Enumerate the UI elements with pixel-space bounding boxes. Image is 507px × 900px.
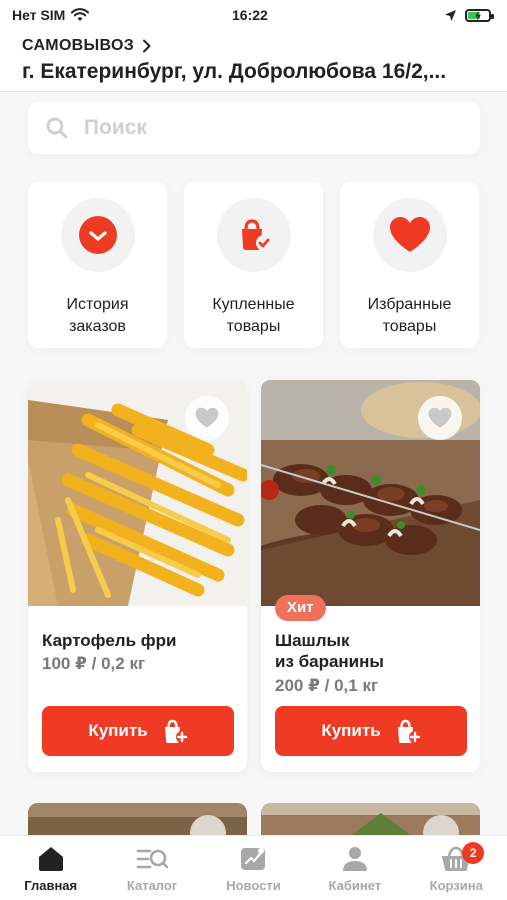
tab-profile[interactable]: Кабинет [305, 846, 405, 893]
news-icon [241, 848, 266, 870]
product-price: 100 ₽ / 0,2 кг [42, 654, 146, 673]
tile-purchased-items[interactable]: Купленные товары [184, 182, 323, 348]
purchased-icon [216, 198, 291, 272]
tile-label-line2: заказов [69, 318, 126, 335]
delivery-mode-label[interactable]: САМОВЫВОЗ [22, 37, 134, 55]
pickup-address[interactable]: г. Екатеринбург, ул. Добролюбова 16/2,..… [22, 58, 487, 86]
tab-catalog[interactable]: Каталог [102, 846, 202, 893]
tab-label: Новости [226, 878, 281, 893]
favorite-button[interactable] [185, 396, 229, 440]
buy-button-label: Купить [88, 721, 148, 740]
tile-label-line1: История [66, 296, 129, 313]
cart-count-badge: 2 [462, 842, 485, 864]
buy-button[interactable]: Купить [42, 706, 234, 756]
bottom-tab-bar: Главная Каталог Новости Кабинет Корзина … [0, 835, 507, 900]
status-bar: Нет SIM 16:22 [0, 0, 507, 30]
tab-news[interactable]: Новости [203, 846, 303, 893]
search-icon [46, 117, 68, 139]
product-title: Шашлык из баранины [275, 631, 384, 671]
carrier-label: Нет SIM [12, 7, 66, 23]
battery-icon [465, 8, 494, 22]
buy-button[interactable]: Купить [275, 706, 467, 756]
tile-label-line2: товары [226, 318, 281, 335]
add-to-cart-icon [164, 719, 188, 743]
tile-label-line2: товары [382, 318, 437, 335]
product-card[interactable]: Хит Шашлык из баранины 200 ₽ / 0,1 кг Ку… [261, 380, 480, 772]
add-to-cart-icon [397, 719, 421, 743]
catalog-icon [136, 849, 169, 869]
tile-favorite-items[interactable]: Избранные товары [340, 182, 479, 348]
tab-cart[interactable]: Корзина 2 [406, 842, 506, 893]
heart-outline-icon [195, 407, 219, 428]
buy-button-label: Купить [321, 721, 381, 740]
tab-label: Каталог [126, 878, 178, 893]
status-time: 16:22 [232, 7, 268, 23]
tab-label: Корзина [429, 878, 483, 893]
product-price: 200 ₽ / 0,1 кг [275, 676, 379, 695]
search-bar[interactable] [28, 102, 480, 154]
favorite-button[interactable] [418, 396, 462, 440]
tile-label-line1: Купленные [212, 296, 295, 313]
search-input[interactable] [83, 116, 462, 140]
product-card[interactable]: Картофель фри 100 ₽ / 0,2 кг Купить [28, 380, 247, 772]
tab-home[interactable]: Главная [1, 846, 101, 893]
order-history-icon [60, 198, 135, 272]
tile-order-history[interactable]: История заказов [28, 182, 167, 348]
location-arrow-icon [445, 9, 456, 21]
product-title: Картофель фри [42, 631, 177, 650]
heart-outline-icon [428, 407, 452, 428]
tab-label: Главная [24, 878, 78, 893]
tile-label-line1: Избранные [367, 296, 452, 313]
chevron-right-icon[interactable] [142, 39, 152, 53]
heart-icon [372, 198, 447, 272]
tab-label: Кабинет [328, 878, 382, 893]
wifi-icon [71, 8, 90, 21]
hit-badge: Хит [275, 595, 326, 621]
location-header[interactable]: САМОВЫВОЗ г. Екатеринбург, ул. Добролюбо… [0, 30, 507, 92]
home-icon [38, 847, 63, 871]
profile-icon [342, 847, 367, 871]
